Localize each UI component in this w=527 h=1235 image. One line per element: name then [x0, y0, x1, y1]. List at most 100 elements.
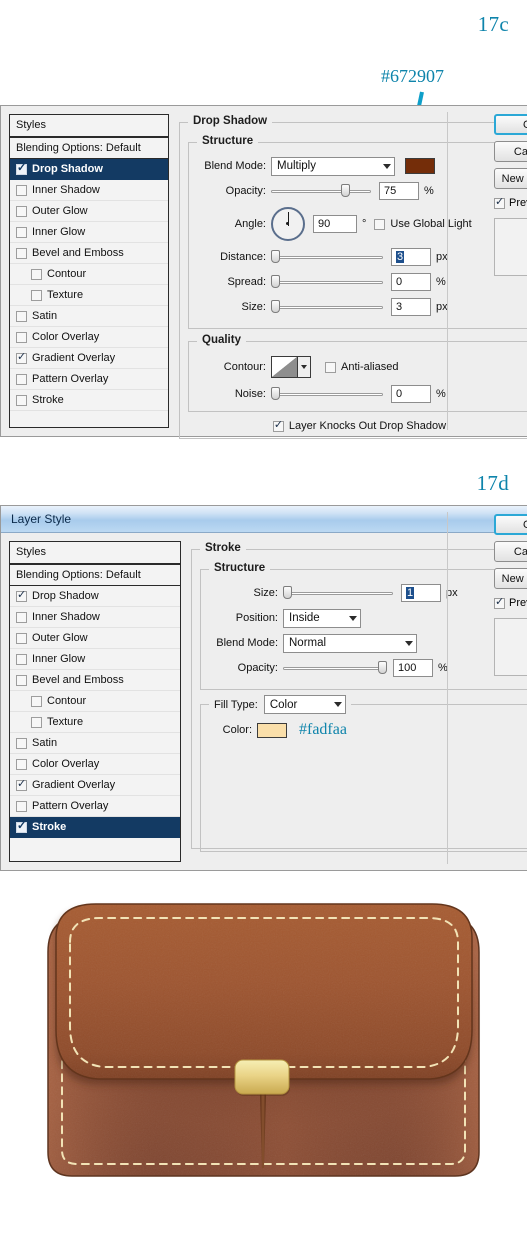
style-row-satin[interactable]: Satin [10, 733, 180, 754]
slider-knob[interactable] [283, 586, 292, 599]
style-row-contour[interactable]: Contour [10, 691, 180, 712]
cancel-button[interactable]: Cancel [494, 541, 527, 562]
style-row-inner-shadow[interactable]: Inner Shadow [10, 180, 168, 201]
checkbox-gradient-overlay[interactable] [16, 778, 27, 791]
style-row-drop-shadow[interactable]: Drop Shadow [10, 586, 180, 607]
checkbox-use-global-light[interactable] [374, 218, 386, 230]
blend-mode-select[interactable]: Multiply [271, 156, 395, 176]
opacity-input[interactable]: 75 [379, 182, 419, 200]
slider-knob[interactable] [271, 275, 280, 288]
opacity-input[interactable]: 100 [393, 659, 433, 677]
size-input[interactable]: 3 [391, 298, 431, 316]
spread-input[interactable]: 0 [391, 273, 431, 291]
distance-slider[interactable] [271, 250, 383, 264]
checkbox-contour[interactable] [31, 268, 42, 280]
ok-button[interactable]: OK [494, 114, 527, 135]
position-select[interactable]: Inside [283, 608, 361, 628]
style-row-color-overlay[interactable]: Color Overlay [10, 327, 168, 348]
checkbox-bevel-and-emboss[interactable] [16, 247, 27, 259]
checkbox-pattern-overlay[interactable] [16, 800, 27, 812]
noise-input[interactable]: 0 [391, 385, 431, 403]
style-row-bevel-and-emboss[interactable]: Bevel and Emboss [10, 670, 180, 691]
checkbox-drop-shadow[interactable] [16, 162, 27, 175]
slider-knob[interactable] [341, 184, 350, 197]
checkbox-color-overlay[interactable] [16, 758, 27, 770]
checkbox-inner-shadow[interactable] [16, 184, 27, 196]
style-row-texture[interactable]: Texture [10, 712, 180, 733]
angle-input[interactable]: 90 [313, 215, 357, 233]
checkbox-layer-knocks-out[interactable] [272, 419, 284, 432]
checkbox-inner-glow[interactable] [16, 653, 27, 665]
checkbox-anti-aliased[interactable] [325, 361, 336, 373]
style-row-gradient-overlay[interactable]: Gradient Overlay [10, 775, 180, 796]
style-row-inner-shadow[interactable]: Inner Shadow [10, 607, 180, 628]
preview-row[interactable]: Preview [494, 596, 527, 609]
checkbox-inner-shadow[interactable] [16, 611, 27, 623]
new-style-button[interactable]: New Style... [494, 568, 527, 589]
style-row-inner-glow[interactable]: Inner Glow [10, 649, 180, 670]
style-row-color-overlay[interactable]: Color Overlay [10, 754, 180, 775]
size-slider[interactable] [283, 586, 393, 600]
slider-knob[interactable] [271, 250, 280, 263]
style-row-pattern-overlay[interactable]: Pattern Overlay [10, 796, 180, 817]
checkbox-pattern-overlay[interactable] [16, 373, 27, 385]
checkbox-preview[interactable] [494, 596, 505, 609]
spread-slider[interactable] [271, 275, 383, 289]
checkbox-bevel-and-emboss[interactable] [16, 674, 27, 686]
checkbox-drop-shadow[interactable] [16, 589, 27, 602]
checkbox-preview[interactable] [494, 196, 505, 209]
preview-row[interactable]: Preview [494, 196, 527, 209]
style-row-texture[interactable]: Texture [10, 285, 168, 306]
style-label: Color Overlay [32, 758, 100, 770]
use-global-light-row[interactable]: Use Global Light [374, 218, 472, 230]
checkbox-contour[interactable] [31, 695, 42, 707]
ok-button[interactable]: OK [494, 514, 527, 535]
layer-knocks-out-row[interactable]: Layer Knocks Out Drop Shadow [188, 419, 527, 432]
checkbox-satin[interactable] [16, 737, 27, 749]
checkbox-stroke[interactable] [16, 394, 27, 406]
anti-aliased-row[interactable]: Anti-aliased [325, 361, 398, 373]
size-input[interactable]: 1 [401, 584, 441, 602]
style-row-blending-options[interactable]: Blending Options: Default [10, 138, 168, 159]
contour-dropdown-button[interactable] [297, 357, 310, 377]
checkbox-outer-glow[interactable] [16, 632, 27, 644]
style-row-outer-glow[interactable]: Outer Glow [10, 201, 168, 222]
checkbox-color-overlay[interactable] [16, 331, 27, 343]
stroke-color-swatch[interactable] [257, 722, 287, 738]
drop-shadow-color-swatch[interactable] [405, 158, 435, 174]
style-row-pattern-overlay[interactable]: Pattern Overlay [10, 369, 168, 390]
style-row-contour[interactable]: Contour [10, 264, 168, 285]
slider-knob[interactable] [378, 661, 387, 674]
style-row-stroke[interactable]: Stroke [10, 390, 168, 411]
opacity-slider[interactable] [271, 184, 371, 198]
style-row-drop-shadow[interactable]: Drop Shadow [10, 159, 168, 180]
cancel-button[interactable]: Cancel [494, 141, 527, 162]
style-row-outer-glow[interactable]: Outer Glow [10, 628, 180, 649]
checkbox-gradient-overlay[interactable] [16, 351, 27, 364]
slider-knob[interactable] [271, 300, 280, 313]
fill-type-select[interactable]: Color [263, 695, 346, 714]
style-row-satin[interactable]: Satin [10, 306, 168, 327]
blend-mode-select[interactable]: Normal [283, 633, 417, 653]
checkbox-texture[interactable] [31, 716, 42, 728]
style-row-bevel-and-emboss[interactable]: Bevel and Emboss [10, 243, 168, 264]
size-slider[interactable] [271, 300, 383, 314]
style-row-blending-options[interactable]: Blending Options: Default [10, 565, 180, 586]
slider-knob[interactable] [271, 387, 280, 400]
checkbox-stroke[interactable] [16, 820, 27, 833]
noise-slider[interactable] [271, 387, 383, 401]
opacity-slider[interactable] [283, 661, 387, 675]
style-row-stroke[interactable]: Stroke [10, 817, 180, 838]
style-row-gradient-overlay[interactable]: Gradient Overlay [10, 348, 168, 369]
angle-dial[interactable] [271, 207, 305, 241]
checkbox-outer-glow[interactable] [16, 205, 27, 217]
checkbox-texture[interactable] [31, 289, 42, 301]
contour-preview-select[interactable] [271, 356, 311, 378]
checkbox-satin[interactable] [16, 310, 27, 322]
slider-track [283, 666, 387, 670]
new-style-button[interactable]: New Style... [494, 168, 527, 189]
distance-input[interactable]: 3 [391, 248, 431, 266]
checkbox-inner-glow[interactable] [16, 226, 27, 238]
opacity-value: 75 [384, 185, 397, 197]
style-row-inner-glow[interactable]: Inner Glow [10, 222, 168, 243]
